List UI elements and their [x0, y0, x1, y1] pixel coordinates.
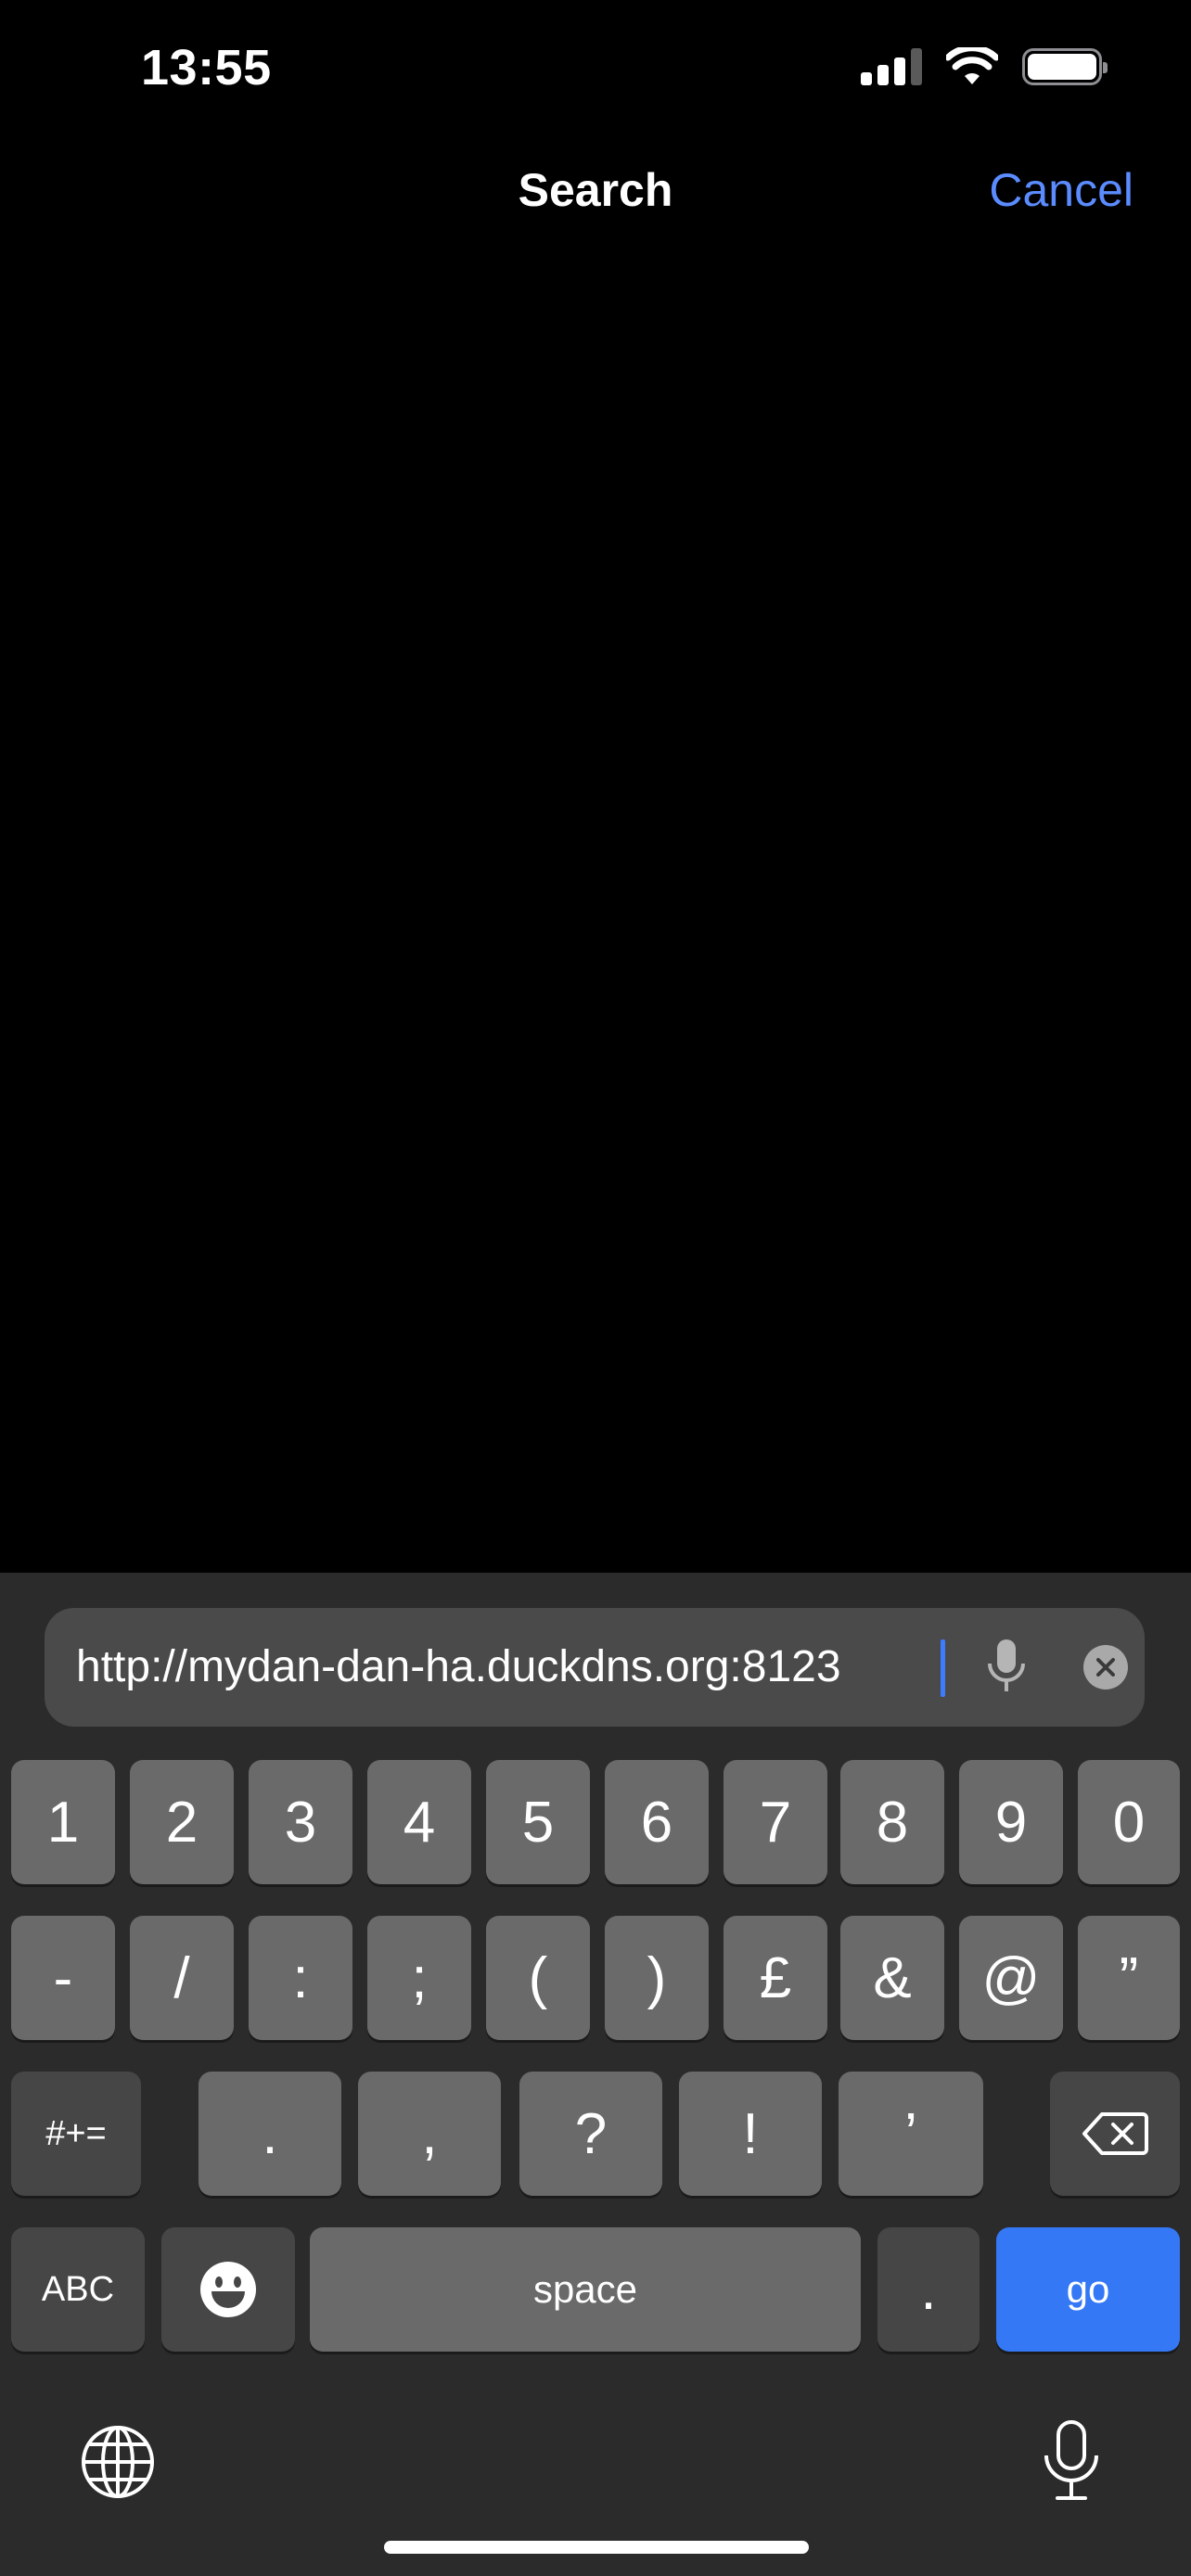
- key-6[interactable]: 6: [605, 1760, 709, 1884]
- key-9[interactable]: 9: [959, 1760, 1063, 1884]
- home-indicator[interactable]: [384, 2541, 809, 2554]
- key-5[interactable]: 5: [486, 1760, 590, 1884]
- key-close-paren[interactable]: ): [605, 1916, 709, 2040]
- emoji-icon: [200, 2262, 256, 2317]
- dictation-microphone-icon[interactable]: [1041, 2418, 1102, 2504]
- key-2[interactable]: 2: [130, 1760, 234, 1884]
- search-screen: 13:55 Search Cancel http://mydan-dan-ha.…: [0, 0, 1191, 2576]
- globe-icon[interactable]: [80, 2424, 156, 2500]
- key-4[interactable]: 4: [367, 1760, 471, 1884]
- emoji-key[interactable]: [161, 2227, 295, 2352]
- key-7[interactable]: 7: [724, 1760, 827, 1884]
- key-period[interactable]: .: [198, 2072, 341, 2196]
- key-ampersand[interactable]: &: [840, 1916, 944, 2040]
- key-8[interactable]: 8: [840, 1760, 944, 1884]
- status-icons: [861, 46, 1108, 87]
- abc-key[interactable]: ABC: [11, 2227, 145, 2352]
- key-3[interactable]: 3: [249, 1760, 352, 1884]
- symbols-toggle-key[interactable]: #+=: [11, 2072, 141, 2196]
- cellular-signal-icon: [861, 48, 922, 85]
- search-input[interactable]: http://mydan-dan-ha.duckdns.org:8123: [76, 1608, 885, 1727]
- key-colon[interactable]: :: [249, 1916, 352, 2040]
- battery-icon: [1022, 48, 1108, 85]
- key-pound[interactable]: £: [724, 1916, 827, 2040]
- clear-circle-icon[interactable]: [1083, 1645, 1128, 1690]
- key-1[interactable]: 1: [11, 1760, 115, 1884]
- key-dot[interactable]: .: [877, 2227, 980, 2352]
- space-key[interactable]: space: [310, 2227, 861, 2352]
- key-open-paren[interactable]: (: [486, 1916, 590, 2040]
- status-time: 13:55: [141, 40, 272, 96]
- key-semicolon[interactable]: ;: [367, 1916, 471, 2040]
- key-hyphen[interactable]: -: [11, 1916, 115, 2040]
- microphone-icon[interactable]: [983, 1638, 1030, 1697]
- go-key[interactable]: go: [996, 2227, 1180, 2352]
- key-quote[interactable]: ”: [1078, 1916, 1180, 2040]
- cancel-button[interactable]: Cancel: [989, 163, 1133, 217]
- delete-key[interactable]: [1050, 2072, 1180, 2196]
- key-comma[interactable]: ,: [358, 2072, 501, 2196]
- key-slash[interactable]: /: [130, 1916, 234, 2040]
- key-apostrophe[interactable]: ’: [839, 2072, 983, 2196]
- wifi-icon: [946, 47, 998, 84]
- key-question[interactable]: ?: [519, 2072, 662, 2196]
- key-exclamation[interactable]: !: [679, 2072, 822, 2196]
- text-caret: [941, 1639, 945, 1697]
- key-at[interactable]: @: [959, 1916, 1063, 2040]
- search-field[interactable]: http://mydan-dan-ha.duckdns.org:8123: [45, 1608, 1145, 1727]
- backspace-icon: [1082, 2112, 1148, 2155]
- key-0[interactable]: 0: [1078, 1760, 1180, 1884]
- keyboard-tray: http://mydan-dan-ha.duckdns.org:8123 1 2…: [0, 1573, 1191, 2576]
